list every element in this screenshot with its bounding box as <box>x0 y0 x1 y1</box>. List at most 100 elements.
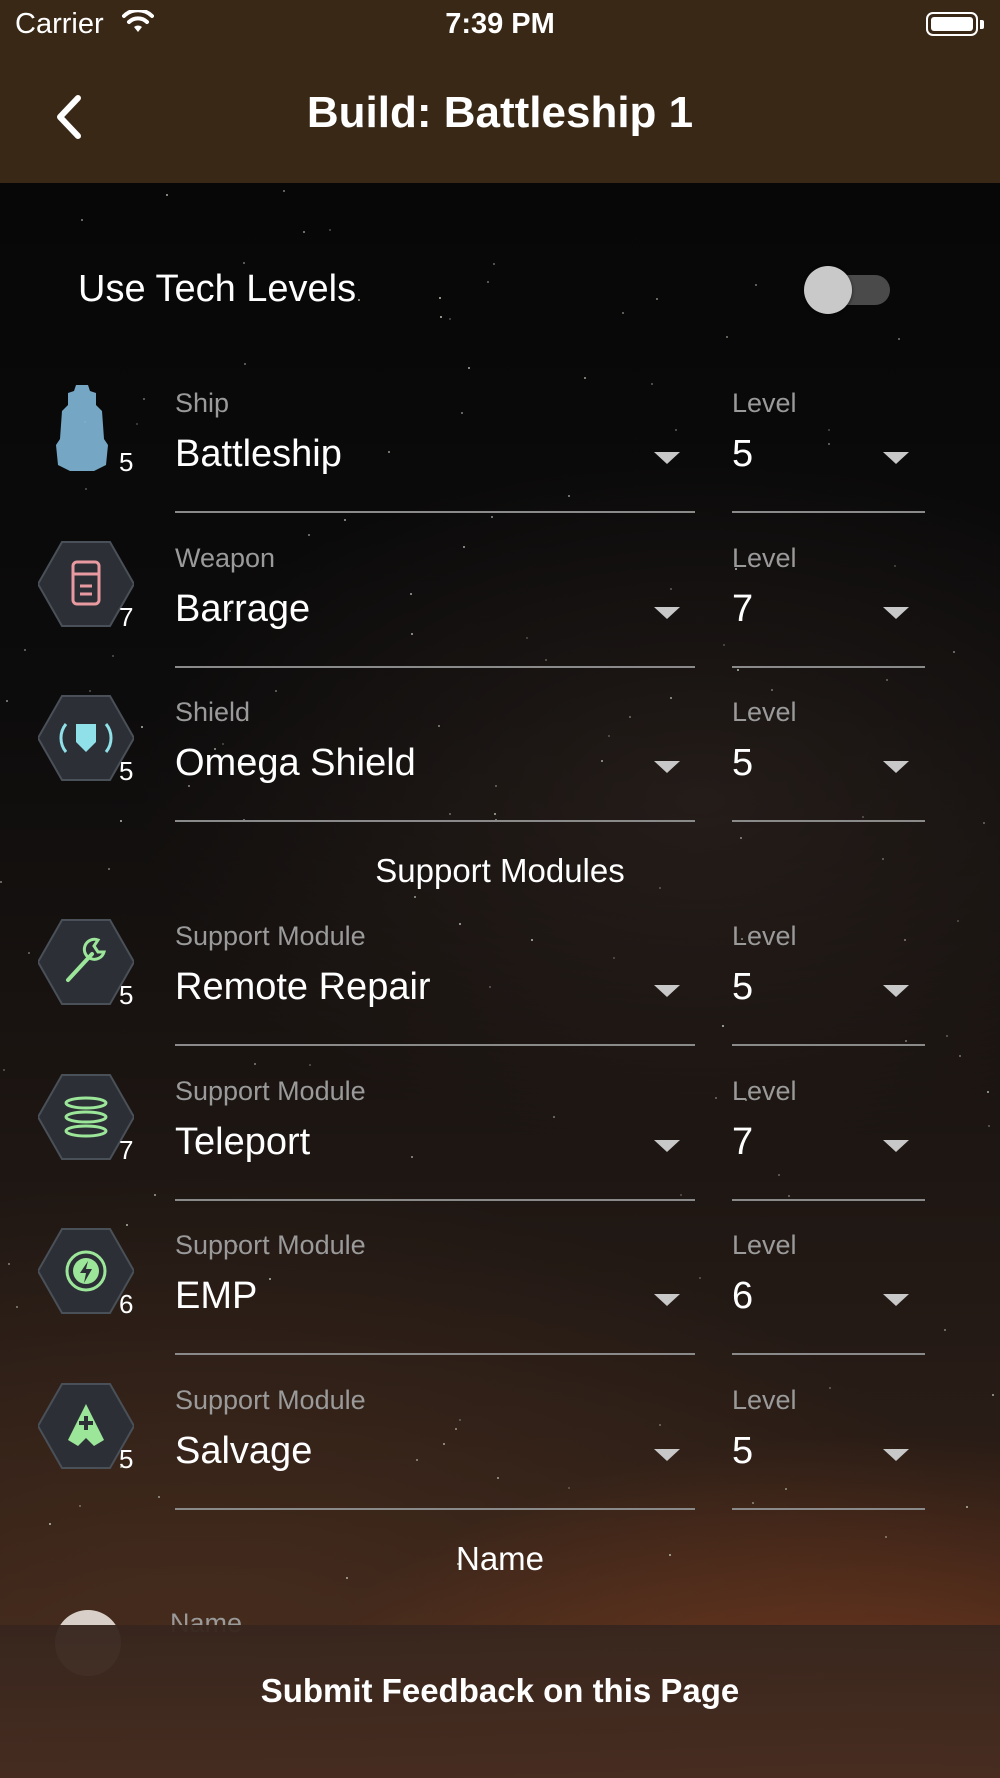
star <box>358 299 360 301</box>
toggle-knob[interactable] <box>804 266 852 314</box>
dropdown-caret-icon[interactable] <box>654 607 680 619</box>
field-select[interactable]: Battleship <box>175 433 342 476</box>
level-underline <box>732 511 925 513</box>
dropdown-caret-icon[interactable] <box>654 452 680 464</box>
star <box>898 338 900 340</box>
dropdown-caret-icon[interactable] <box>654 1294 680 1306</box>
build-row: 7 Weapon Barrage Level 7 <box>0 525 1000 675</box>
field-underline <box>175 820 695 822</box>
level-select[interactable]: 5 <box>732 966 753 1009</box>
level-select[interactable]: 7 <box>732 588 753 631</box>
field-select[interactable]: Teleport <box>175 1121 310 1164</box>
field-underline <box>175 666 695 668</box>
star <box>885 1536 887 1538</box>
field-label: Support Module <box>175 921 366 951</box>
star <box>755 284 757 286</box>
level-select[interactable]: 6 <box>732 1275 753 1318</box>
star <box>440 316 442 318</box>
submit-feedback-button[interactable]: Submit Feedback on this Page <box>0 1672 1000 1710</box>
support-modules-heading: Support Modules <box>375 852 625 889</box>
field-label: Support Module <box>175 1076 366 1106</box>
star <box>283 190 285 192</box>
field-underline <box>175 1044 695 1046</box>
icon-level-badge: 5 <box>119 980 134 1010</box>
level-select[interactable]: 5 <box>732 433 753 476</box>
star <box>414 896 416 898</box>
level-label: Level <box>732 1076 797 1106</box>
dropdown-caret-icon[interactable] <box>883 607 909 619</box>
build-row: 5 Shield Omega Shield Level 5 <box>0 679 1000 829</box>
star <box>740 837 742 839</box>
field-underline <box>175 1199 695 1201</box>
star <box>622 312 624 314</box>
icon-level-badge: 5 <box>119 756 134 786</box>
level-select[interactable]: 5 <box>732 742 753 785</box>
icon-level-badge: 6 <box>119 1289 134 1319</box>
level-underline <box>732 1199 925 1201</box>
field-label: Support Module <box>175 1385 366 1415</box>
star <box>449 318 451 320</box>
level-select[interactable]: 5 <box>732 1430 753 1473</box>
dropdown-caret-icon[interactable] <box>883 761 909 773</box>
field-underline <box>175 1353 695 1355</box>
battery-icon <box>926 12 978 36</box>
field-select[interactable]: EMP <box>175 1275 257 1318</box>
star <box>487 281 489 283</box>
dropdown-caret-icon[interactable] <box>654 1140 680 1152</box>
star <box>726 336 728 338</box>
page-title: Build: Battleship 1 <box>306 88 694 137</box>
star <box>493 263 495 265</box>
field-label: Weapon <box>175 543 276 573</box>
level-label: Level <box>732 921 797 951</box>
dropdown-caret-icon[interactable] <box>883 1294 909 1306</box>
star <box>49 1523 51 1525</box>
dropdown-caret-icon[interactable] <box>883 985 909 997</box>
dropdown-caret-icon[interactable] <box>883 1449 909 1461</box>
name-heading: Name <box>455 1540 545 1577</box>
star <box>959 1055 961 1057</box>
level-select[interactable]: 7 <box>732 1121 753 1164</box>
field-label: Support Module <box>175 1230 366 1260</box>
build-row: 7 Support Module Teleport Level 7 <box>0 1058 1000 1208</box>
build-row: 5 Ship Battleship Level 5 <box>0 370 1000 520</box>
field-underline <box>175 1508 695 1510</box>
battery-tip <box>980 20 984 29</box>
level-label: Level <box>732 697 797 727</box>
dropdown-caret-icon[interactable] <box>654 1449 680 1461</box>
status-bar: Carrier 7:39 PM <box>0 0 1000 50</box>
dropdown-caret-icon[interactable] <box>883 452 909 464</box>
star <box>329 229 331 231</box>
level-underline <box>732 820 925 822</box>
level-underline <box>732 1044 925 1046</box>
field-select[interactable]: Salvage <box>175 1430 312 1473</box>
dropdown-caret-icon[interactable] <box>883 1140 909 1152</box>
dropdown-caret-icon[interactable] <box>654 985 680 997</box>
dropdown-caret-icon[interactable] <box>654 761 680 773</box>
build-row: 6 Support Module EMP Level 6 <box>0 1212 1000 1362</box>
star <box>166 194 168 196</box>
clock: 7:39 PM <box>445 8 555 40</box>
level-label: Level <box>732 543 797 573</box>
field-select[interactable]: Remote Repair <box>175 966 431 1009</box>
tech-levels-label: Use Tech Levels <box>78 268 357 310</box>
level-underline <box>732 666 925 668</box>
level-label: Level <box>732 388 797 418</box>
icon-level-badge: 7 <box>119 602 134 632</box>
level-underline <box>732 1508 925 1510</box>
star <box>244 363 246 365</box>
star <box>656 298 658 300</box>
field-select[interactable]: Barrage <box>175 588 310 631</box>
icon-level-badge: 7 <box>119 1135 134 1165</box>
field-underline <box>175 511 695 513</box>
field-select[interactable]: Omega Shield <box>175 742 416 785</box>
field-label: Ship <box>175 388 230 418</box>
field-label: Shield <box>175 697 251 727</box>
star <box>81 219 83 221</box>
build-row: 5 Support Module Salvage Level 5 <box>0 1367 1000 1517</box>
star <box>243 262 245 264</box>
icon-level-badge: 5 <box>119 1444 134 1474</box>
level-label: Level <box>732 1385 797 1415</box>
star <box>439 297 441 299</box>
star <box>303 231 305 233</box>
level-label: Level <box>732 1230 797 1260</box>
